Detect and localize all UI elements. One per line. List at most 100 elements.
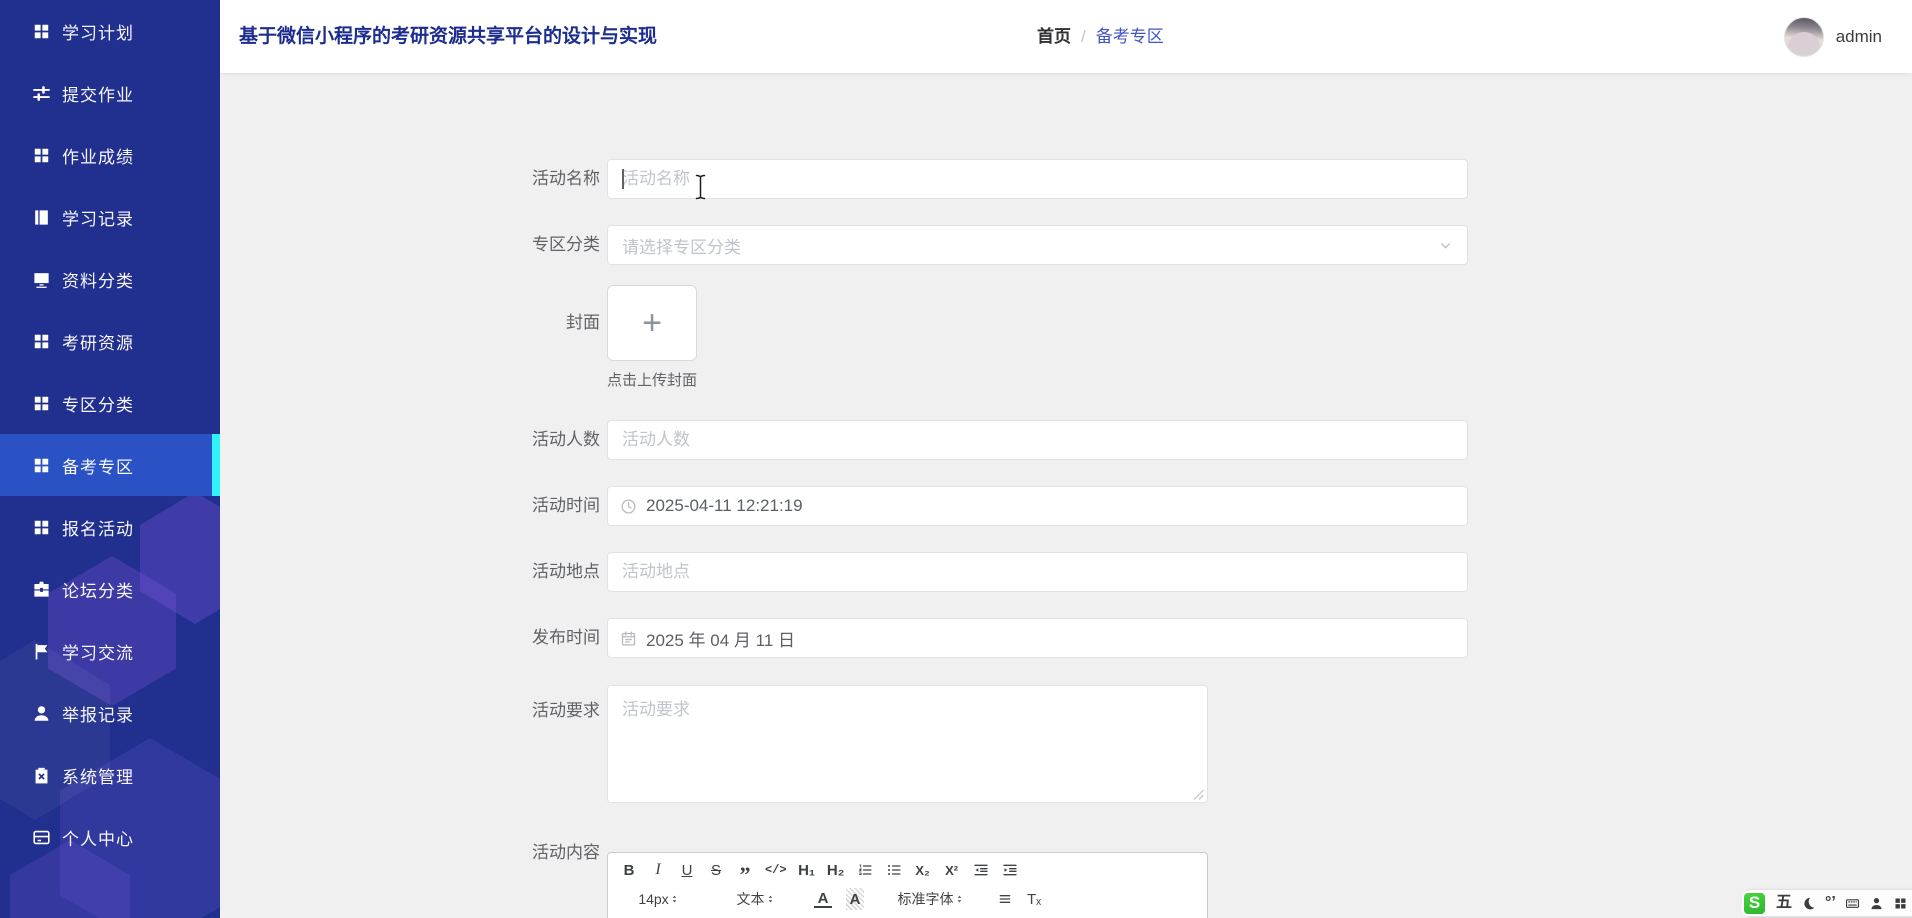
editor-underline-button[interactable]: U bbox=[678, 859, 696, 881]
editor-superscript-button[interactable]: X² bbox=[943, 859, 961, 881]
breadcrumb-separator: / bbox=[1081, 27, 1086, 46]
sidebar-item-zone-category[interactable]: 专区分类 bbox=[0, 372, 220, 434]
publish-time-label: 发布时间 bbox=[532, 628, 600, 647]
zone-category-select[interactable]: 请选择专区分类 bbox=[607, 225, 1468, 265]
user-icon bbox=[32, 704, 51, 723]
breadcrumb-home[interactable]: 首页 bbox=[1037, 0, 1071, 73]
sidebar-item-label: 学习计划 bbox=[62, 23, 134, 43]
sidebar-item-label: 作业成绩 bbox=[62, 147, 134, 167]
editor-heading-2-button[interactable]: H₂ bbox=[827, 859, 845, 881]
cover-upload-box[interactable]: + bbox=[607, 285, 697, 361]
updown-arrows-icon bbox=[954, 892, 965, 906]
sidebar-item-report-records[interactable]: 举报记录 bbox=[0, 682, 220, 744]
ime-toolbar: S 五 °’ bbox=[1742, 889, 1912, 917]
briefcase-icon bbox=[32, 580, 51, 599]
plus-icon: + bbox=[642, 304, 662, 342]
sidebar-item-study-plan[interactable]: 学习计划 bbox=[0, 0, 220, 62]
notebook-icon bbox=[32, 208, 51, 227]
location-label: 活动地点 bbox=[532, 562, 600, 581]
editor-heading-1-button[interactable]: H₁ bbox=[798, 859, 816, 881]
sidebar-item-label: 报名活动 bbox=[62, 519, 134, 539]
ime-moon-icon[interactable] bbox=[1801, 896, 1816, 911]
ime-wubi-mode[interactable]: 五 bbox=[1776, 895, 1792, 911]
breadcrumb-current[interactable]: 备考专区 bbox=[1096, 0, 1164, 73]
sidebar-item-study-exchange[interactable]: 学习交流 bbox=[0, 620, 220, 682]
ime-apps-icon[interactable] bbox=[1893, 896, 1908, 911]
flag-icon bbox=[32, 642, 51, 661]
updown-arrows-icon bbox=[669, 892, 680, 906]
page-title: 基于微信小程序的考研资源共享平台的设计与实现 bbox=[239, 26, 658, 47]
editor-font-color-button[interactable]: A bbox=[814, 890, 832, 908]
sidebar-nav: 学习计划提交作业作业成绩学习记录资料分类考研资源专区分类 备考专区报名活动论坛分类… bbox=[0, 0, 220, 868]
ime-sogou-logo[interactable]: S bbox=[1742, 890, 1767, 916]
editor-subscript-button[interactable]: X₂ bbox=[914, 859, 932, 881]
sidebar-item-label: 学习交流 bbox=[62, 643, 134, 663]
sidebar-item-personal-center[interactable]: 个人中心 bbox=[0, 806, 220, 868]
user-menu[interactable]: admin bbox=[1783, 0, 1882, 73]
sidebar-item-label: 学习记录 bbox=[62, 209, 134, 229]
sidebar-item-material-category[interactable]: 资料分类 bbox=[0, 248, 220, 310]
sidebar-item-exam-prep-zone[interactable]: 备考专区 bbox=[0, 434, 220, 496]
sidebar: 学习计划提交作业作业成绩学习记录资料分类考研资源专区分类 备考专区报名活动论坛分类… bbox=[0, 0, 220, 918]
sidebar-item-submit-homework[interactable]: 提交作业 bbox=[0, 62, 220, 124]
editor-unordered-list-button[interactable] bbox=[885, 859, 903, 881]
ime-punctuation-mode[interactable]: °’ bbox=[1825, 895, 1836, 911]
editor-clear-format-button[interactable]: Tₓ bbox=[1025, 888, 1043, 910]
active-indicator bbox=[212, 434, 220, 496]
editor-background-color-button[interactable]: A bbox=[846, 888, 864, 910]
zone-category-label: 专区分类 bbox=[532, 235, 600, 254]
requirements-label: 活动要求 bbox=[532, 701, 600, 720]
location-input[interactable] bbox=[607, 552, 1468, 592]
grid-icon bbox=[32, 518, 51, 537]
editor-toolbar-row-1: B I U S ” </> H₁ H₂ X₂ X² bbox=[608, 858, 1207, 885]
grid-icon bbox=[32, 332, 51, 351]
clipboard-icon bbox=[32, 766, 51, 785]
activity-name-input[interactable] bbox=[607, 159, 1468, 199]
reader-icon bbox=[32, 270, 51, 289]
editor-outdent-button[interactable] bbox=[972, 859, 990, 881]
editor-italic-button[interactable]: I bbox=[649, 859, 667, 881]
editor-ordered-list-button[interactable] bbox=[856, 859, 874, 881]
zone-category-placeholder: 请选择专区分类 bbox=[622, 237, 741, 257]
requirements-textarea[interactable] bbox=[607, 685, 1208, 803]
activity-time-picker[interactable]: 2025-04-11 12:21:19 bbox=[607, 486, 1468, 526]
sidebar-item-homework-grades[interactable]: 作业成绩 bbox=[0, 124, 220, 186]
editor-strikethrough-button[interactable]: S bbox=[707, 859, 725, 881]
ime-keyboard-icon[interactable] bbox=[1845, 896, 1860, 911]
sidebar-item-label: 系统管理 bbox=[62, 767, 134, 787]
editor-toolbar-row-2: 14px 文本 A A 标准字体 Tₓ bbox=[608, 887, 1207, 911]
editor-format-select[interactable]: 文本 bbox=[714, 888, 798, 910]
updown-arrows-icon bbox=[765, 892, 776, 906]
main-content: 活动名称 专区分类 请选择专区分类 封面 + 点击上传封面 活动人数 活动时间 … bbox=[220, 73, 1912, 918]
activity-time-value: 2025-04-11 12:21:19 bbox=[646, 496, 803, 515]
sidebar-item-label: 考研资源 bbox=[62, 333, 134, 353]
sidebar-item-signup-activity[interactable]: 报名活动 bbox=[0, 496, 220, 558]
ime-user-icon[interactable] bbox=[1869, 896, 1884, 911]
rich-text-editor: B I U S ” </> H₁ H₂ X₂ X² 14px 文本 A A 标准字体 Tₓ bbox=[607, 852, 1208, 918]
cover-label: 封面 bbox=[566, 313, 600, 332]
sidebar-item-label: 提交作业 bbox=[62, 85, 134, 105]
editor-font-family-select[interactable]: 标准字体 bbox=[880, 888, 982, 910]
publish-time-picker[interactable]: 2025 年 04 月 11 日 bbox=[607, 618, 1468, 658]
page: 学习计划 提交作业 作业成绩 学习记录 资料分类 考研资源 专区分类 备考专区 报名活动 论坛分类… bbox=[0, 0, 1912, 918]
sidebar-item-label: 举报记录 bbox=[62, 705, 134, 725]
sidebar-item-system-management[interactable]: 系统管理 bbox=[0, 744, 220, 806]
sidebar-item-study-records[interactable]: 学习记录 bbox=[0, 186, 220, 248]
editor-code-button[interactable]: </> bbox=[765, 859, 787, 881]
editor-bold-button[interactable]: B bbox=[620, 859, 638, 881]
header: 基于微信小程序的考研资源共享平台的设计与实现 首页 / 备考专区 admin bbox=[220, 0, 1912, 73]
text-caret bbox=[622, 169, 624, 189]
breadcrumb: 首页 / 备考专区 bbox=[1037, 0, 1164, 73]
sidebar-item-kaoyan-resources[interactable]: 考研资源 bbox=[0, 310, 220, 372]
sidebar-item-label: 个人中心 bbox=[62, 829, 134, 849]
activity-name-label: 活动名称 bbox=[532, 169, 600, 188]
calendar-icon bbox=[620, 630, 637, 647]
clock-icon bbox=[620, 498, 637, 515]
editor-font-size-select[interactable]: 14px bbox=[620, 888, 698, 910]
sidebar-item-forum-category[interactable]: 论坛分类 bbox=[0, 558, 220, 620]
participants-input[interactable] bbox=[607, 420, 1468, 460]
editor-indent-button[interactable] bbox=[1001, 859, 1019, 881]
editor-line-height-button[interactable] bbox=[996, 888, 1014, 910]
participants-label: 活动人数 bbox=[532, 430, 600, 449]
editor-blockquote-button[interactable]: ” bbox=[736, 859, 754, 885]
